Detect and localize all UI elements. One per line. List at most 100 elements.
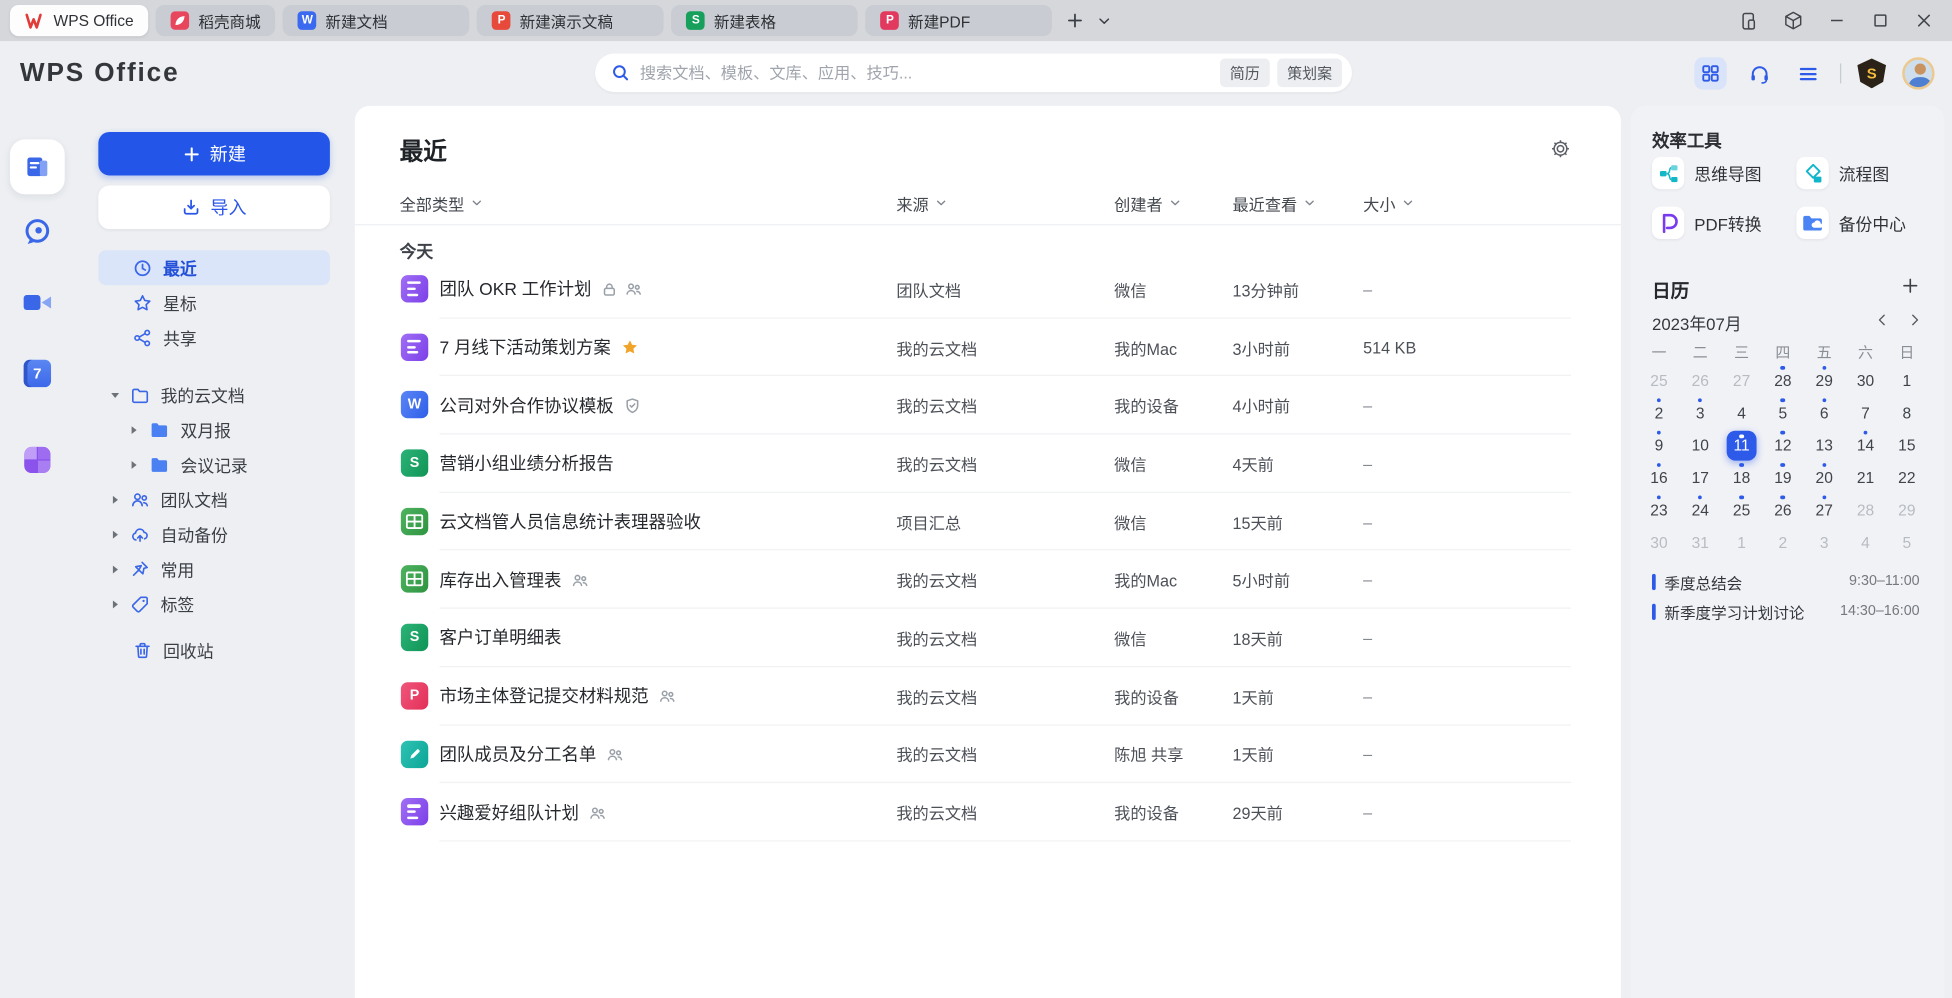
sidebar-tree-item-团队文档[interactable]: 团队文档 bbox=[98, 482, 330, 517]
calendar-day[interactable]: 3 bbox=[1804, 527, 1845, 559]
calendar-day[interactable]: 5 bbox=[1886, 527, 1927, 559]
new-document-button[interactable]: 新建 bbox=[98, 132, 330, 176]
calendar-day[interactable]: 1 bbox=[1721, 527, 1762, 559]
calendar-day[interactable]: 6 bbox=[1804, 397, 1845, 429]
tool-备份中心[interactable]: 备份中心 bbox=[1796, 207, 1906, 239]
rail-item-apps[interactable] bbox=[24, 447, 50, 473]
sidebar-tree-item-自动备份[interactable]: 自动备份 bbox=[98, 517, 330, 552]
calendar-day[interactable]: 25 bbox=[1721, 494, 1762, 526]
file-row[interactable]: 团队成员及分工名单我的云文档陈旭 共享1天前– bbox=[355, 725, 1621, 783]
calendar-day[interactable]: 1 bbox=[1886, 365, 1927, 397]
calendar-day[interactable]: 27 bbox=[1804, 494, 1845, 526]
calendar-day[interactable]: 17 bbox=[1680, 462, 1721, 494]
caret-down-icon[interactable] bbox=[110, 389, 121, 400]
filter-最近查看[interactable]: 最近查看 bbox=[1232, 181, 1315, 226]
calendar-day[interactable]: 27 bbox=[1721, 365, 1762, 397]
sidebar-item-最近[interactable]: 最近 bbox=[98, 250, 330, 285]
calendar-day[interactable]: 15 bbox=[1886, 429, 1927, 461]
calendar-day[interactable]: 2 bbox=[1638, 397, 1679, 429]
calendar-day[interactable]: 26 bbox=[1762, 494, 1803, 526]
gear-icon[interactable] bbox=[1550, 138, 1571, 159]
calendar-day[interactable]: 4 bbox=[1721, 397, 1762, 429]
avatar[interactable] bbox=[1902, 57, 1934, 89]
calendar-event[interactable]: 季度总结会9:30–11:00 bbox=[1652, 569, 1920, 594]
workspace-cube-icon[interactable] bbox=[1779, 7, 1806, 34]
maximize-icon[interactable] bbox=[1866, 7, 1893, 34]
close-icon[interactable] bbox=[1910, 7, 1937, 34]
calendar-day[interactable]: 14 bbox=[1845, 429, 1886, 461]
sidebar-tree-item-常用[interactable]: 常用 bbox=[98, 551, 330, 586]
tab-WPS Office[interactable]: WPS Office bbox=[10, 5, 149, 36]
tab-新建PDF[interactable]: P新建PDF bbox=[866, 5, 1053, 36]
calendar-prev-icon[interactable] bbox=[1875, 312, 1890, 327]
calendar-day[interactable]: 28 bbox=[1845, 494, 1886, 526]
sidebar-item-共享[interactable]: 共享 bbox=[98, 320, 330, 355]
file-row[interactable]: S营销小组业绩分析报告我的云文档微信4天前– bbox=[355, 435, 1621, 493]
calendar-day[interactable]: 5 bbox=[1762, 397, 1803, 429]
member-badge-icon[interactable]: S bbox=[1857, 59, 1886, 89]
caret-right-icon[interactable] bbox=[110, 598, 121, 609]
calendar-day[interactable]: 4 bbox=[1845, 527, 1886, 559]
calendar-day[interactable]: 20 bbox=[1804, 462, 1845, 494]
caret-right-icon[interactable] bbox=[128, 424, 139, 435]
calendar-day[interactable]: 30 bbox=[1845, 365, 1886, 397]
search-input[interactable] bbox=[640, 63, 1213, 82]
calendar-day[interactable]: 9 bbox=[1638, 429, 1679, 461]
calendar-day[interactable]: 10 bbox=[1680, 429, 1721, 461]
support-headset-icon[interactable] bbox=[1743, 57, 1775, 89]
calendar-event[interactable]: 新季度学习计划讨论14:30–16:00 bbox=[1652, 599, 1920, 624]
new-tab-button[interactable] bbox=[1060, 6, 1090, 36]
calendar-day[interactable]: 30 bbox=[1638, 527, 1679, 559]
tab-新建表格[interactable]: S新建表格 bbox=[671, 5, 858, 36]
caret-right-icon[interactable] bbox=[110, 528, 121, 539]
calendar-day[interactable]: 23 bbox=[1638, 494, 1679, 526]
calendar-day[interactable]: 31 bbox=[1680, 527, 1721, 559]
tab-新建演示文稿[interactable]: P新建演示文稿 bbox=[477, 5, 664, 36]
search-bar[interactable]: 简历 策划案 bbox=[595, 54, 1352, 93]
file-row[interactable]: 兴趣爱好组队计划我的云文档我的设备29天前– bbox=[355, 783, 1621, 841]
file-row[interactable]: 团队 OKR 工作计划团队文档微信13分钟前– bbox=[355, 260, 1621, 318]
rail-item-meetings[interactable] bbox=[21, 289, 53, 316]
file-row[interactable]: 7 月线下活动策划方案我的云文档我的Mac3小时前514 KB bbox=[355, 318, 1621, 376]
rail-item-documents[interactable] bbox=[10, 139, 65, 194]
calendar-day[interactable]: 21 bbox=[1845, 462, 1886, 494]
tab-list-chevron[interactable] bbox=[1090, 6, 1120, 36]
sidebar-tree-item-双月报[interactable]: 双月报 bbox=[98, 412, 330, 447]
sidebar-item-回收站[interactable]: 回收站 bbox=[98, 632, 330, 667]
calendar-day[interactable]: 24 bbox=[1680, 494, 1721, 526]
filter-创建者[interactable]: 创建者 bbox=[1114, 181, 1181, 226]
calendar-day[interactable]: 18 bbox=[1721, 462, 1762, 494]
calendar-day[interactable]: 13 bbox=[1804, 429, 1845, 461]
rail-item-calendar[interactable]: 7 bbox=[24, 360, 51, 387]
caret-right-icon[interactable] bbox=[110, 494, 121, 505]
calendar-day[interactable]: 2 bbox=[1762, 527, 1803, 559]
calendar-day[interactable]: 26 bbox=[1680, 365, 1721, 397]
minimize-icon[interactable] bbox=[1823, 7, 1850, 34]
calendar-day-selected[interactable]: 11 bbox=[1721, 429, 1762, 461]
tool-思维导图[interactable]: 思维导图 bbox=[1652, 157, 1762, 189]
sidebar-item-星标[interactable]: 星标 bbox=[98, 285, 330, 320]
rail-item-messages[interactable] bbox=[22, 217, 52, 247]
filter-全部类型[interactable]: 全部类型 bbox=[400, 181, 483, 226]
search-tag-plan[interactable]: 策划案 bbox=[1277, 59, 1342, 88]
calendar-day[interactable]: 16 bbox=[1638, 462, 1679, 494]
calendar-day[interactable]: 29 bbox=[1886, 494, 1927, 526]
caret-right-icon[interactable] bbox=[110, 563, 121, 574]
file-row[interactable]: P市场主体登记提交材料规范我的云文档我的设备1天前– bbox=[355, 667, 1621, 725]
file-row[interactable]: 云文档管人员信息统计表理器验收项目汇总微信15天前– bbox=[355, 493, 1621, 551]
tab-稻壳商城[interactable]: 稻壳商城 bbox=[156, 5, 276, 36]
calendar-add-icon[interactable] bbox=[1901, 276, 1920, 295]
sidebar-tree-item-标签[interactable]: 标签 bbox=[98, 586, 330, 621]
calendar-day[interactable]: 3 bbox=[1680, 397, 1721, 429]
import-button[interactable]: 导入 bbox=[98, 185, 330, 229]
calendar-day[interactable]: 8 bbox=[1886, 397, 1927, 429]
menu-hamburger-icon[interactable] bbox=[1791, 57, 1823, 89]
sidebar-tree-item-会议记录[interactable]: 会议记录 bbox=[98, 447, 330, 482]
calendar-day[interactable]: 12 bbox=[1762, 429, 1803, 461]
calendar-day[interactable]: 7 bbox=[1845, 397, 1886, 429]
filter-大小[interactable]: 大小 bbox=[1363, 181, 1414, 226]
calendar-day[interactable]: 25 bbox=[1638, 365, 1679, 397]
calendar-day[interactable]: 28 bbox=[1762, 365, 1803, 397]
calendar-day[interactable]: 22 bbox=[1886, 462, 1927, 494]
search-tag-resume[interactable]: 简历 bbox=[1220, 59, 1270, 88]
